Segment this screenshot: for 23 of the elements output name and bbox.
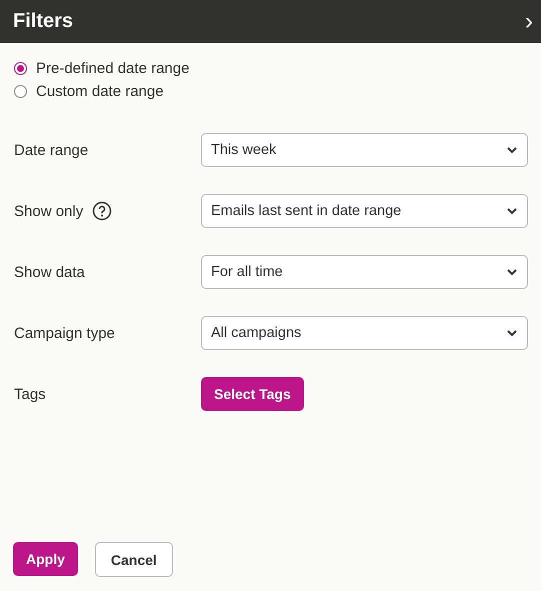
dropdown[interactable]: For all time <box>201 255 528 289</box>
dropdown[interactable]: All campaigns <box>201 316 528 350</box>
chevron-down-icon <box>507 146 517 154</box>
field-label: Show only <box>14 202 84 220</box>
cancel-button[interactable]: Cancel <box>94 542 173 577</box>
help-icon[interactable] <box>92 201 112 221</box>
panel-title: Filters <box>13 10 74 33</box>
field-label: Tags <box>14 386 46 402</box>
chevron-down-icon <box>507 268 517 276</box>
radio-button[interactable] <box>14 62 27 75</box>
dropdown[interactable]: This week <box>201 133 528 167</box>
collapse-button[interactable]: › <box>521 10 537 34</box>
dropdown[interactable]: Emails last sent in date range <box>201 194 528 228</box>
field-label: Date range <box>14 142 88 158</box>
select-tags-button[interactable]: Select Tags <box>201 377 304 411</box>
chevron-down-icon <box>507 208 517 214</box>
radio-label: Custom date range <box>36 83 164 100</box>
radio-button[interactable] <box>14 85 27 98</box>
apply-button[interactable]: Apply <box>13 542 78 576</box>
chevron-down-icon <box>507 330 517 336</box>
field-label: Campaign type <box>14 324 115 342</box>
field-label: Show data <box>14 264 85 280</box>
radio-label: Pre-defined date range <box>36 60 190 77</box>
